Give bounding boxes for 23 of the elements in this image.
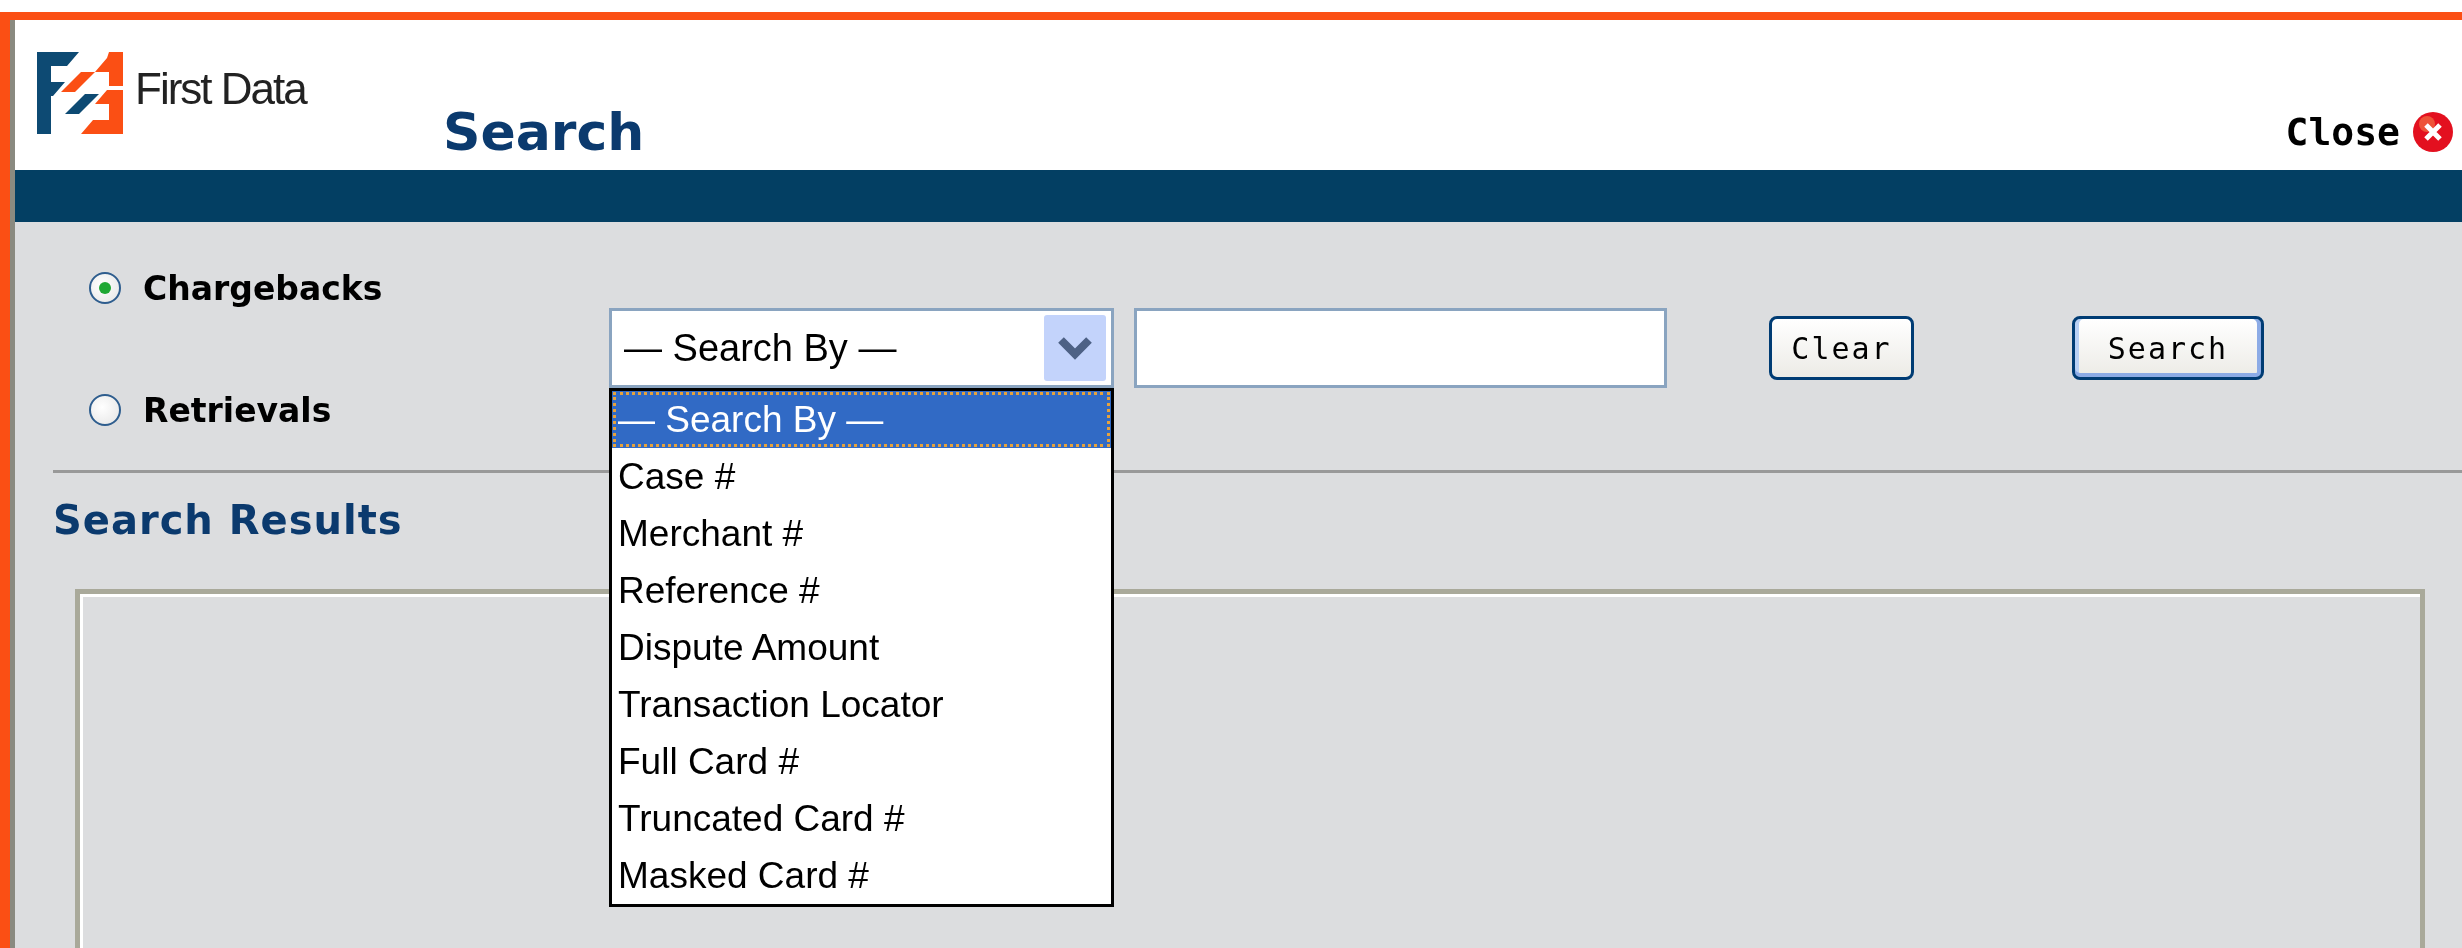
close-icon[interactable] — [2412, 111, 2454, 153]
radio-label: Chargebacks — [143, 268, 383, 308]
radio-button[interactable] — [89, 272, 121, 304]
clear-button[interactable]: Clear — [1769, 316, 1914, 380]
dropdown-option[interactable]: Merchant # — [612, 505, 1111, 562]
chevron-down-icon[interactable] — [1043, 314, 1107, 382]
radio-label: Retrievals — [143, 390, 332, 430]
dropdown-option[interactable]: Truncated Card # — [612, 790, 1111, 847]
close-link[interactable]: Close — [2285, 110, 2400, 154]
logo-icon — [37, 52, 123, 134]
dropdown-option[interactable]: Transaction Locator — [612, 676, 1111, 733]
search-button[interactable]: Search — [2072, 316, 2264, 380]
section-title: Search Results — [53, 497, 403, 543]
dropdown-option[interactable]: Reference # — [612, 562, 1111, 619]
page-title: Search — [443, 102, 645, 162]
dropdown-option[interactable]: Dispute Amount — [612, 619, 1111, 676]
dropdown-option[interactable]: Full Card # — [612, 733, 1111, 790]
brand-name: First Data — [135, 64, 306, 114]
dropdown-option[interactable]: — Search By — — [612, 391, 1111, 448]
dropdown-option[interactable]: Case # — [612, 448, 1111, 505]
dropdown-option[interactable]: Masked Card # — [612, 847, 1111, 904]
radio-button[interactable] — [89, 394, 121, 426]
search-input-field[interactable] — [1134, 308, 1667, 388]
